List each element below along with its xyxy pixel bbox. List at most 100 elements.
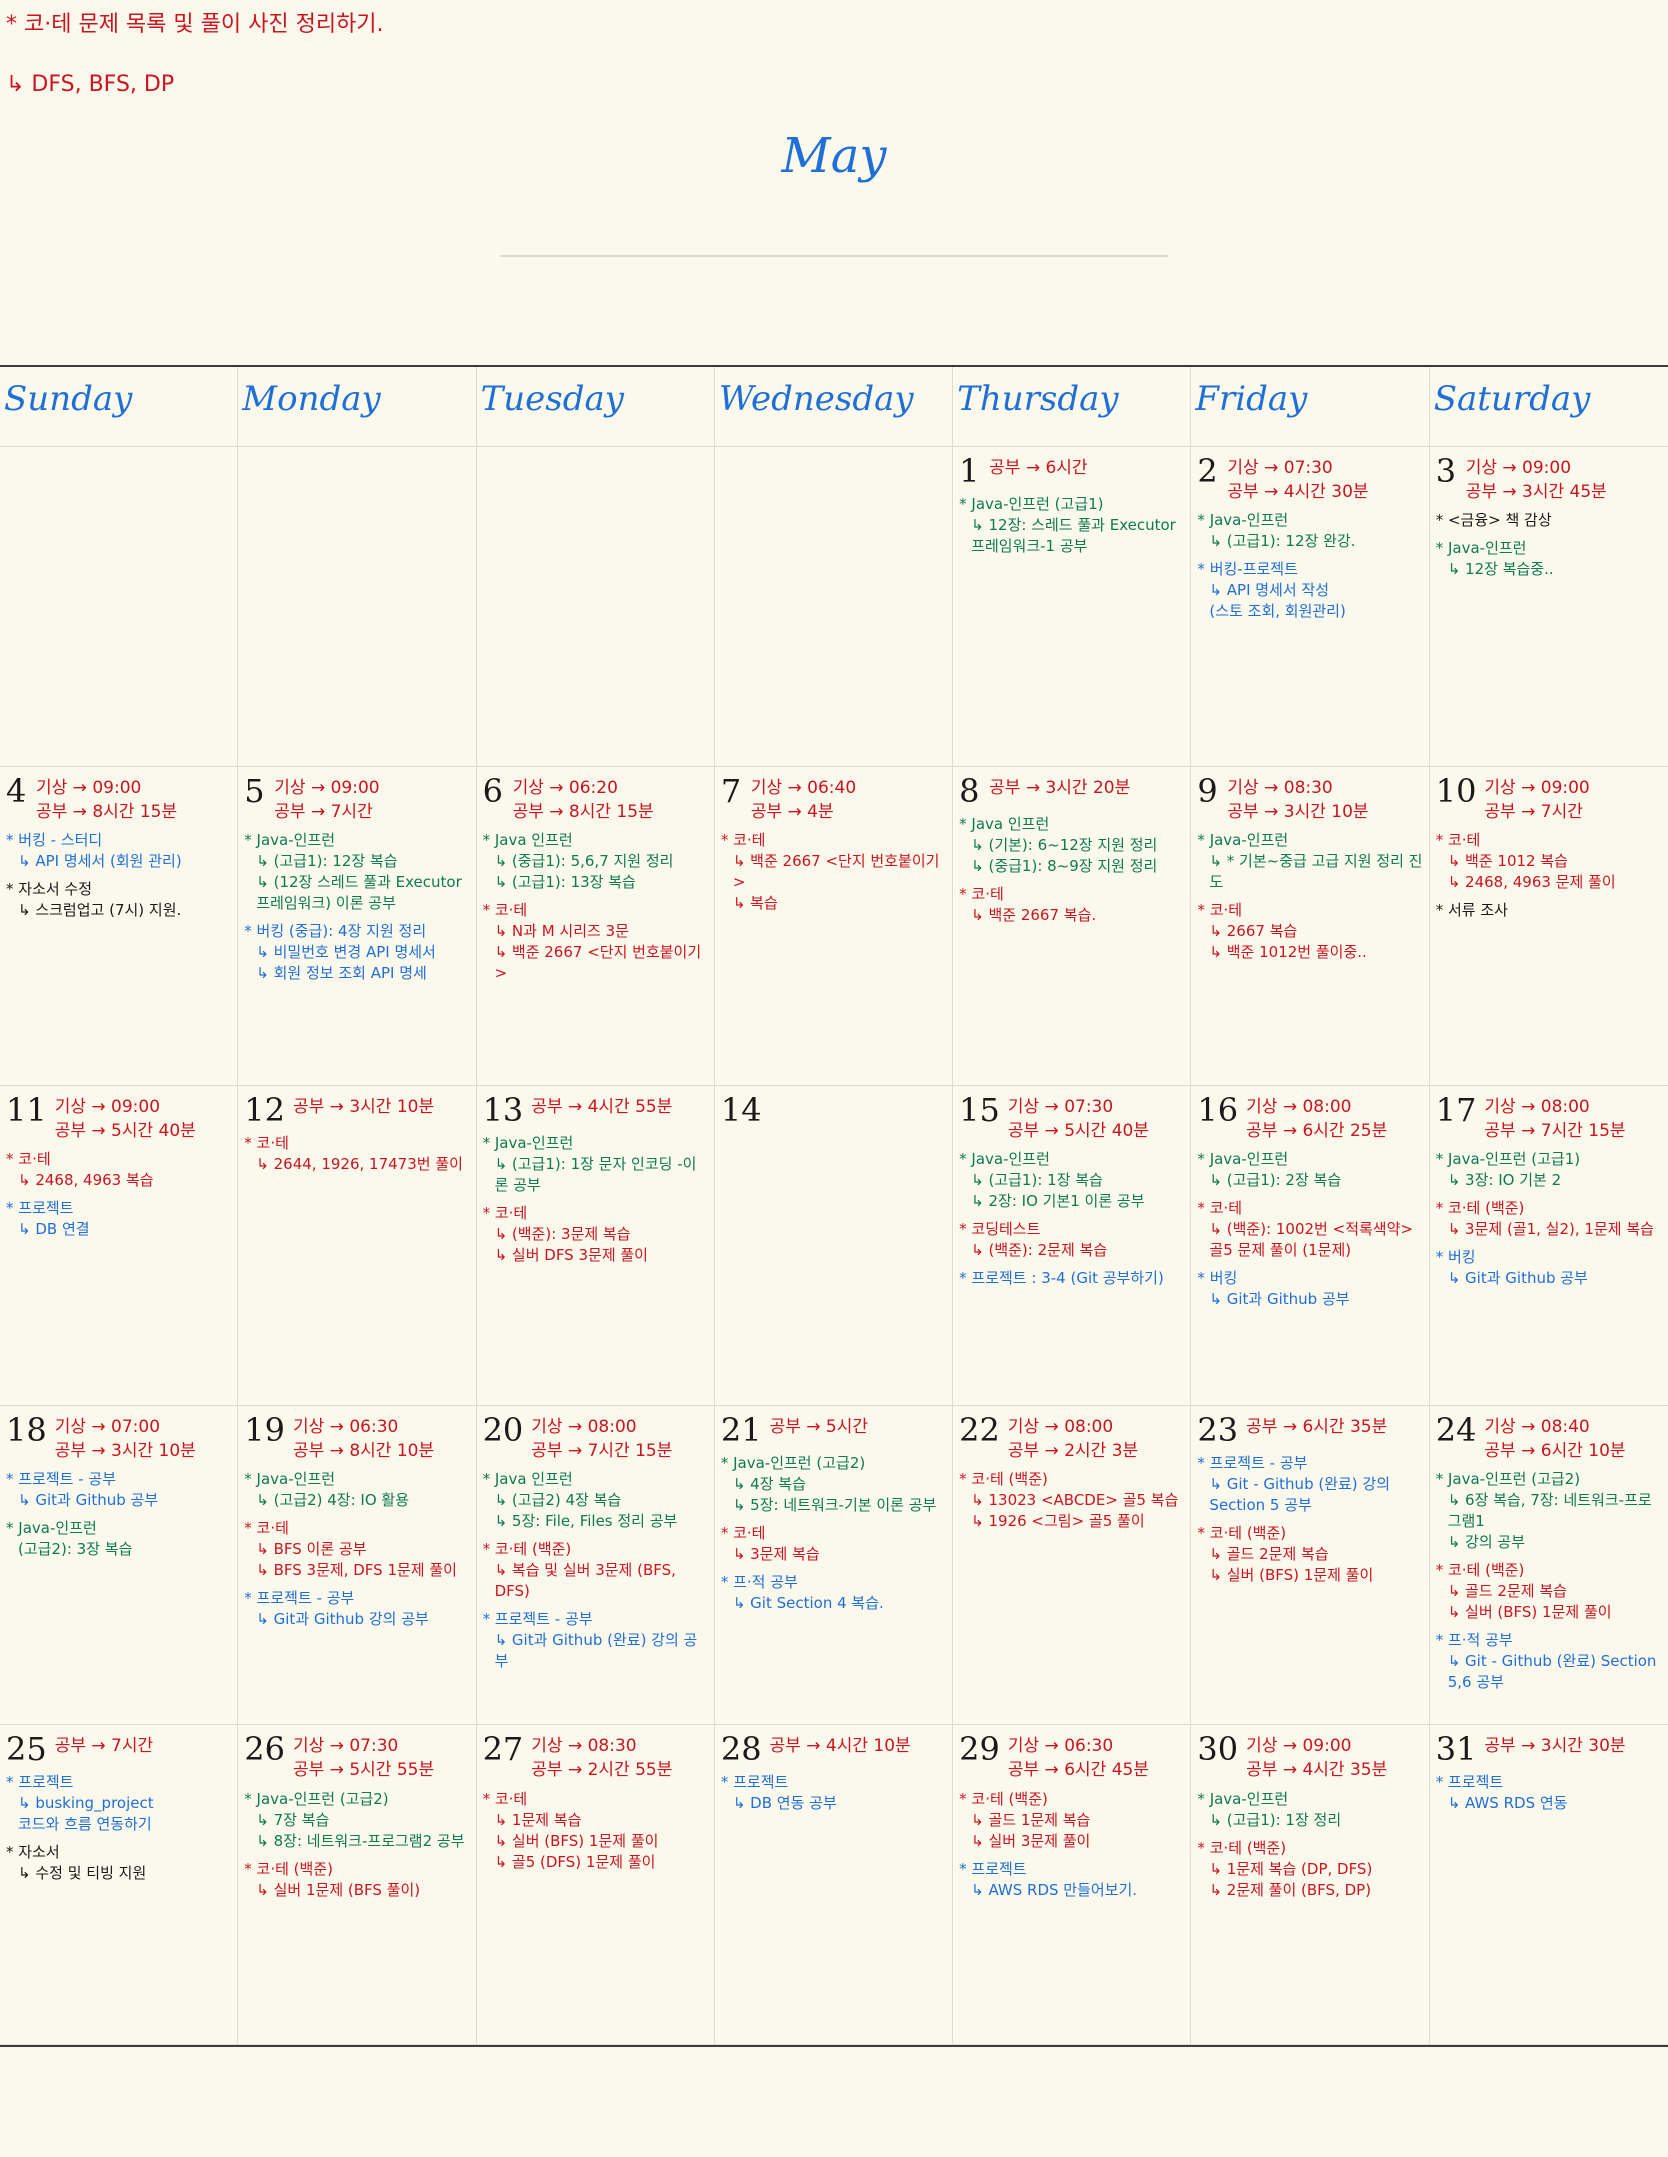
- day-header: 18 기상 → 07:00 공부 → 3시간 10분: [6, 1414, 231, 1462]
- weekday-header: Tuesday: [476, 367, 715, 447]
- schedule-entry: * 버킹 (중급): 4장 지원 정리 ↳ 비밀번호 변경 API 명세서 ↳ 회원…: [244, 921, 469, 984]
- entry-detail: ↳ 1문제 복습 (DP, DFS): [1209, 1859, 1373, 1878]
- day-summary: 기상 → 08:40: [1484, 1416, 1590, 1437]
- entry-title: * 버킹-프로젝트: [1197, 560, 1298, 579]
- day-number: 3: [1435, 452, 1457, 490]
- entry-title: * 코·테 (백준): [482, 1539, 572, 1558]
- entry-detail: ↳ AWS RDS 연동: [1447, 1794, 1568, 1813]
- schedule-entry: * 프로젝트 ↳ AWS RDS 만들어보기.: [959, 1859, 1184, 1901]
- entry-detail: ↳ (기본): 6~12장 지원 정리: [971, 835, 1158, 854]
- day-summary: 공부 → 8시간 10분: [293, 1440, 435, 1461]
- schedule-entry: * Java-인프런 ↳ (고급1): 1장 문자 인코딩 -이론 공부: [483, 1133, 708, 1196]
- day-header: 15 기상 → 07:30 공부 → 5시간 40분: [959, 1094, 1184, 1142]
- schedule-entry: * 코·테 ↳ (백준): 3문제 복습 ↳ 실버 DFS 3문제 풀이: [483, 1203, 708, 1266]
- day-summary: 공부 → 5시간: [769, 1416, 868, 1437]
- day-number: 22: [959, 1410, 1000, 1449]
- entry-detail: 골5 문제 풀이 (1문제): [1209, 1241, 1352, 1260]
- entry-detail: ↳ 3문제 복습: [732, 1544, 820, 1563]
- entry-detail: ↳ 6장 복습, 7장: 네트워크-프로그램1: [1447, 1490, 1652, 1530]
- day-summary: 기상 → 06:30: [293, 1416, 399, 1437]
- weekday-header: Saturday: [1429, 367, 1668, 447]
- entry-detail: ↳ 실버 (BFS) 1문제 풀이: [1209, 1565, 1374, 1584]
- day-cell: 17 기상 → 08:00 공부 → 7시간 15분 * Java-인프런 (고급1)…: [1429, 1086, 1668, 1406]
- schedule-entry: * 버킹 ↳ Git과 Github 공부: [1436, 1247, 1662, 1289]
- day-cell: 31 공부 → 3시간 30분 * 프로젝트 ↳ AWS RDS 연동: [1429, 1725, 1668, 2045]
- entry-detail: ↳ 골5 (DFS) 1문제 풀이: [494, 1852, 656, 1871]
- day-header: 13 공부 → 4시간 55분: [483, 1094, 708, 1126]
- entry-detail: ↳ 비밀번호 변경 API 명세서: [256, 942, 436, 961]
- schedule-entry: * 코·테 (백준) ↳ 1문제 복습 (DP, DFS) ↳ 2문제 풀이 (BF…: [1197, 1838, 1422, 1901]
- day-header: 12 공부 → 3시간 10분: [244, 1094, 469, 1126]
- entry-detail: ↳ (백준): 3문제 복습: [494, 1225, 631, 1244]
- day-header: 11 기상 → 09:00 공부 → 5시간 40분: [6, 1094, 231, 1142]
- day-summary: 공부 → 4시간 30분: [1227, 482, 1369, 503]
- schedule-entry: * 코·테 (백준) ↳ 3문제 (골1, 실2), 1문제 복습: [1436, 1198, 1662, 1240]
- day-number: 29: [959, 1730, 1000, 1769]
- entry-detail: ↳ 백준 1012 복습: [1447, 851, 1568, 870]
- day-header: 19 기상 → 06:30 공부 → 8시간 10분: [244, 1414, 469, 1462]
- entry-detail: ↳ (고급1): 12장 복습: [256, 851, 398, 870]
- entry-detail: ↳ Git Section 4 복습.: [732, 1593, 884, 1612]
- entry-title: * Java-인프런: [1197, 511, 1289, 530]
- day-header: 27 기상 → 08:30 공부 → 2시간 55분: [483, 1733, 708, 1781]
- weekday-header: Friday: [1191, 367, 1430, 447]
- schedule-entry: * Java-인프런 ↳ (고급1): 1장 정리: [1197, 1789, 1422, 1831]
- entry-detail: ↳ 골드 2문제 복습: [1209, 1544, 1329, 1563]
- day-number: 24: [1435, 1410, 1477, 1449]
- entry-detail: ↳ (고급1): 12장 완강.: [1209, 532, 1356, 551]
- day-summary: 공부 → 4분: [750, 801, 834, 822]
- day-summary: 기상 → 09:00: [1465, 458, 1572, 478]
- entry-title: * 프로젝트 - 공부: [1197, 1453, 1308, 1472]
- entry-title: * Java-인프런: [1435, 539, 1527, 558]
- entry-title: * 코·테 (백준): [1435, 1560, 1525, 1579]
- schedule-entry: * Java-인프런 ↳ (고급1): 2장 복습: [1197, 1149, 1422, 1191]
- day-cell: 3 기상 → 09:00 공부 → 3시간 45분 * <금융> 책 감상 * Java…: [1429, 447, 1668, 767]
- day-header: 24 기상 → 08:40 공부 → 6시간 10분: [1436, 1414, 1662, 1462]
- day-cell: 26 기상 → 07:30 공부 → 5시간 55분 * Java-인프런 (고급2)…: [238, 1725, 477, 2045]
- schedule-entry: * Java 인프런 ↳ (고급2) 4장 복습 ↳ 5장: File, Files…: [483, 1469, 708, 1532]
- schedule-entry: * 프·적 공부 ↳ Git Section 4 복습.: [721, 1572, 946, 1614]
- day-summary: 기상 → 09:00: [1246, 1736, 1352, 1757]
- top-note: * 코·테 문제 목록 및 풀이 사진 정리하기.: [6, 12, 384, 37]
- schedule-entry: * 코·테 (백준) ↳ 실버 1문제 (BFS 풀이): [244, 1859, 469, 1901]
- day-cell: 24 기상 → 08:40 공부 → 6시간 10분 * Java-인프런 (고급2)…: [1429, 1406, 1668, 1726]
- entry-title: * 코·테: [482, 1204, 528, 1223]
- day-summary: 공부 → 7시간: [274, 801, 373, 822]
- entry-title: * 코·테: [720, 830, 766, 849]
- entry-detail: ↳ 4장 복습: [732, 1474, 806, 1493]
- day-header: 21 공부 → 5시간: [721, 1414, 946, 1446]
- day-number: 27: [482, 1730, 524, 1769]
- day-header: 4 기상 → 09:00 공부 → 8시간 15분: [6, 775, 231, 823]
- day-header: 20 기상 → 08:00 공부 → 7시간 15분: [483, 1414, 708, 1462]
- schedule-entry: * 코·테 ↳ 3문제 복습: [721, 1523, 946, 1565]
- entry-detail: ↳ 복습: [732, 893, 778, 912]
- schedule-entry: * 프로젝트 : 3-4 (Git 공부하기): [959, 1268, 1184, 1289]
- entry-detail: ↳ 13023 <ABCDE> 골5 복습: [971, 1490, 1179, 1509]
- schedule-entry: * 프로젝트 - 공부 ↳ Git - Github (완료) 강의 Section…: [1197, 1453, 1422, 1516]
- entry-detail: ↳ Git과 Github 강의 공부: [256, 1609, 429, 1628]
- day-summary: 기상 → 09:00: [36, 777, 142, 798]
- day-cell: 18 기상 → 07:00 공부 → 3시간 10분 * 프로젝트 - 공부 ↳ Git…: [0, 1405, 239, 1726]
- day-cell: 29 기상 → 06:30 공부 → 6시간 45분 * 코·테 (백준) ↳ 골드 1…: [953, 1725, 1192, 2045]
- schedule-entry: * Java-인프런 (고급2) ↳ 6장 복습, 7장: 네트워크-프로그램1 ↳…: [1436, 1469, 1662, 1553]
- day-number: 1: [959, 452, 980, 490]
- day-cell: 22 기상 → 08:00 공부 → 2시간 3분 * 코·테 (백준) ↳ 13023…: [953, 1405, 1192, 1726]
- day-header: 6 기상 → 06:20 공부 → 8시간 15분: [483, 775, 708, 823]
- day-summary: 공부 → 7시간 15분: [1484, 1121, 1626, 1142]
- day-header: 1 공부 → 6시간: [959, 455, 1184, 487]
- entry-detail: ↳ Git과 Github 공부: [1209, 1290, 1350, 1309]
- day-summary: 공부 → 3시간 30분: [1484, 1736, 1626, 1757]
- day-number: 4: [6, 771, 27, 810]
- schedule-entry: * Java-인프런 (고급2): 3장 복습: [6, 1518, 231, 1560]
- entry-title: * 코·테: [482, 900, 528, 919]
- entry-detail: ↳ 2468, 4963 복습: [18, 1171, 154, 1190]
- day-summary: 공부 → 5시간 40분: [54, 1121, 196, 1142]
- entry-title: * 코·테 (백준): [959, 1789, 1048, 1808]
- entry-title: * 프로젝트: [720, 1773, 789, 1792]
- day-summary: 기상 → 06:20: [512, 777, 618, 798]
- entry-title: * Java-인프런: [1197, 1150, 1289, 1169]
- entry-detail: ↳ 7장 복습: [256, 1810, 330, 1829]
- entry-title: * Java 인프런: [959, 814, 1050, 833]
- day-header: 16 기상 → 08:00 공부 → 6시간 25분: [1197, 1094, 1422, 1142]
- schedule-entry: * 버킹 ↳ Git과 Github 공부: [1197, 1268, 1422, 1310]
